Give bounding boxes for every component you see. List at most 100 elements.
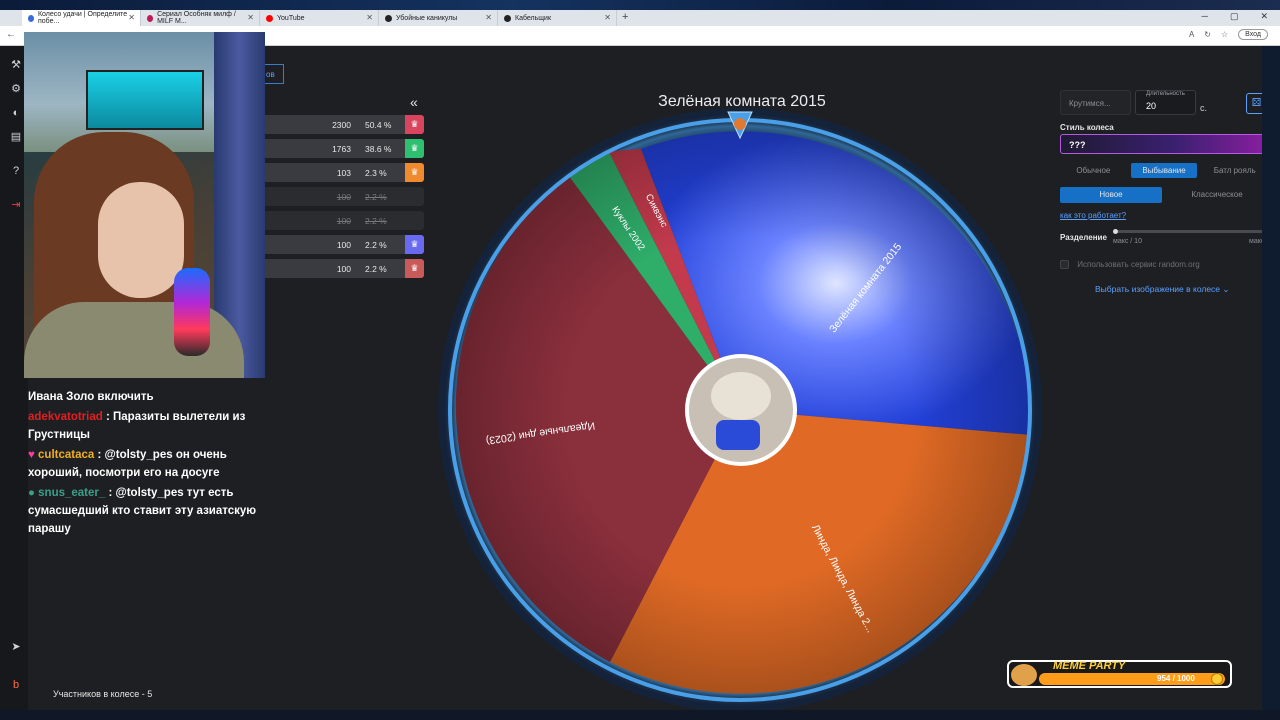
trophy-icon[interactable]: ♛ — [405, 235, 424, 254]
chat-message: ♥ cultcataca : @tolsty_pes он очень хоро… — [28, 446, 264, 482]
trophy-icon[interactable]: ♛ — [405, 163, 424, 182]
tab-favicon — [385, 14, 392, 22]
tab-new[interactable]: Новое — [1060, 187, 1162, 203]
slider-thumb[interactable] — [1113, 229, 1118, 234]
browser-tab-bar: Колесо удачи | Определите побе... ✕ Сери… — [0, 10, 1280, 26]
random-org-label: Использовать сервис random.org — [1077, 260, 1200, 269]
webcam-person-body — [24, 302, 244, 378]
reload-icon[interactable]: ↻ — [1204, 30, 1211, 39]
trophy-icon[interactable]: ♛ — [405, 139, 424, 158]
tab-favicon — [504, 14, 511, 22]
webcam-aquarium — [86, 70, 204, 130]
gavel-icon[interactable]: ⚒ — [9, 58, 23, 72]
maximize-icon[interactable]: ▢ — [1230, 11, 1239, 22]
browser-tab[interactable]: Колесо удачи | Определите побе... ✕ — [22, 10, 141, 26]
meme-party-progress-bar — [1039, 673, 1225, 685]
participant-row[interactable]: 100 2.2 % ♛ — [265, 259, 424, 278]
tab-favicon — [28, 14, 34, 22]
participant-row[interactable]: 100 2.2 % ♛ — [265, 235, 424, 254]
logout-icon[interactable]: ⇥ — [9, 198, 23, 212]
chat-text: Ивана Золо включить — [28, 391, 154, 403]
close-window-icon[interactable]: ✕ — [1260, 11, 1268, 22]
how-it-works-link[interactable]: как это работает? — [1060, 211, 1126, 220]
tab-title: Колесо удачи | Определите побе... — [37, 11, 128, 25]
mode-tabs: Обычное Выбывание Батл рояль — [1060, 163, 1268, 178]
wheel-pointer-gem — [734, 118, 746, 130]
bookmark-icon[interactable]: ☆ — [1221, 30, 1228, 39]
participant-percent: 50.4 % — [365, 120, 392, 130]
participant-row[interactable]: 100 2.2 % — [265, 187, 424, 206]
wheel-icon[interactable]: ◐ — [9, 106, 23, 120]
split-min-label: макс / 10 — [1113, 238, 1142, 245]
random-org-checkbox[interactable] — [1060, 260, 1069, 270]
random-org-option[interactable]: Использовать сервис random.org — [1060, 260, 1200, 270]
new-tab-icon[interactable]: + — [622, 11, 628, 23]
tab-title: YouTube — [277, 14, 305, 22]
right-edge — [1262, 46, 1280, 720]
heart-badge-icon: ♥ — [28, 449, 35, 461]
close-icon[interactable]: ✕ — [604, 13, 611, 22]
duration-field[interactable]: Длительность 20 — [1135, 90, 1196, 115]
split-label: Разделение — [1060, 233, 1107, 242]
close-icon[interactable]: ✕ — [366, 13, 373, 22]
split-slider[interactable] — [1113, 229, 1268, 234]
trophy-icon[interactable]: ♛ — [405, 259, 424, 278]
tab-title: Сериал Особняк милф / MILF M... — [157, 11, 236, 25]
tab-classic[interactable]: Классическое — [1166, 187, 1268, 203]
clipboard-icon[interactable]: ▤ — [9, 130, 23, 144]
participant-row[interactable]: 2300 50.4 % ♛ — [265, 115, 424, 134]
chat-message: adekvatotriad : Паразиты вылетели из Гру… — [28, 408, 264, 444]
browser-tab[interactable]: YouTube ✕ — [260, 10, 379, 26]
gear-icon[interactable]: ⚙ — [9, 82, 23, 96]
tab-elimination[interactable]: Выбывание — [1130, 163, 1198, 178]
participant-row[interactable]: 103 2.3 % ♛ — [265, 163, 424, 182]
chat-username: cultcataca — [38, 449, 95, 461]
app-tab[interactable]: ов — [265, 64, 284, 84]
close-icon[interactable]: ✕ — [485, 13, 492, 22]
webcam-overlay — [24, 32, 265, 378]
login-button[interactable]: Вход — [1238, 29, 1268, 40]
browser-tab[interactable]: Кабельщик ✕ — [498, 10, 617, 26]
participant-percent: 2.2 % — [365, 216, 387, 226]
participant-row[interactable]: 1763 38.6 % ♛ — [265, 139, 424, 158]
back-arrow-icon[interactable]: ← — [6, 29, 16, 40]
spin-button[interactable]: Крутимся... — [1060, 90, 1131, 115]
variant-tabs: Новое Классическое — [1060, 187, 1268, 203]
participant-percent: 2.3 % — [365, 168, 387, 178]
browser-tab[interactable]: Сериал Особняк милф / MILF M... ✕ — [141, 10, 260, 26]
participant-percent: 2.2 % — [365, 192, 387, 202]
boosty-icon[interactable]: b — [9, 678, 23, 692]
collapse-panel-icon[interactable]: « — [410, 94, 418, 110]
wheel-center-bag — [716, 420, 760, 450]
duration-label: Длительность — [1146, 91, 1185, 97]
wheel-svg[interactable]: Зелёная комната 2015 Линда, Линда, Линда… — [430, 100, 1050, 720]
browser-tab[interactable]: Убойные каникулы ✕ — [379, 10, 498, 26]
participant-count: 1763 — [332, 144, 351, 154]
close-icon[interactable]: ✕ — [247, 13, 254, 22]
bottom-strip — [0, 710, 1280, 720]
translate-icon[interactable]: A — [1189, 30, 1194, 39]
wheel-style-value: ??? — [1069, 140, 1086, 150]
tab-battle-royale[interactable]: Батл рояль — [1201, 163, 1268, 178]
coin-icon — [1211, 673, 1223, 685]
spin-button-label: Крутимся... — [1069, 99, 1111, 108]
minimize-icon[interactable]: ─ — [1202, 11, 1208, 22]
participant-percent: 2.2 % — [365, 240, 387, 250]
participant-count: 100 — [336, 192, 351, 202]
help-icon[interactable]: ? — [9, 164, 23, 178]
chat-username: adekvatotriad — [28, 411, 103, 423]
wheel-center-cat — [711, 372, 771, 420]
close-icon[interactable]: ✕ — [128, 13, 135, 22]
participant-row[interactable]: 100 2.2 % — [265, 211, 424, 230]
chat-message: ● snus_eater_ : @tolsty_pes тут есть сум… — [28, 484, 264, 538]
image-select-dropdown[interactable]: Выбрать изображение в колесе ⌄ — [1095, 284, 1230, 295]
trophy-icon[interactable]: ♛ — [405, 115, 424, 134]
wheel-style-select[interactable]: ??? — [1060, 134, 1268, 154]
window-controls: ─ ▢ ✕ — [1202, 11, 1268, 22]
chevron-down-icon: ⌄ — [1222, 284, 1230, 294]
participant-count: 103 — [336, 168, 351, 178]
tab-title: Кабельщик — [515, 14, 552, 22]
chat-message: Ивана Золо включить — [28, 388, 264, 406]
tab-normal[interactable]: Обычное — [1060, 163, 1127, 178]
telegram-icon[interactable]: ➤ — [9, 640, 23, 654]
